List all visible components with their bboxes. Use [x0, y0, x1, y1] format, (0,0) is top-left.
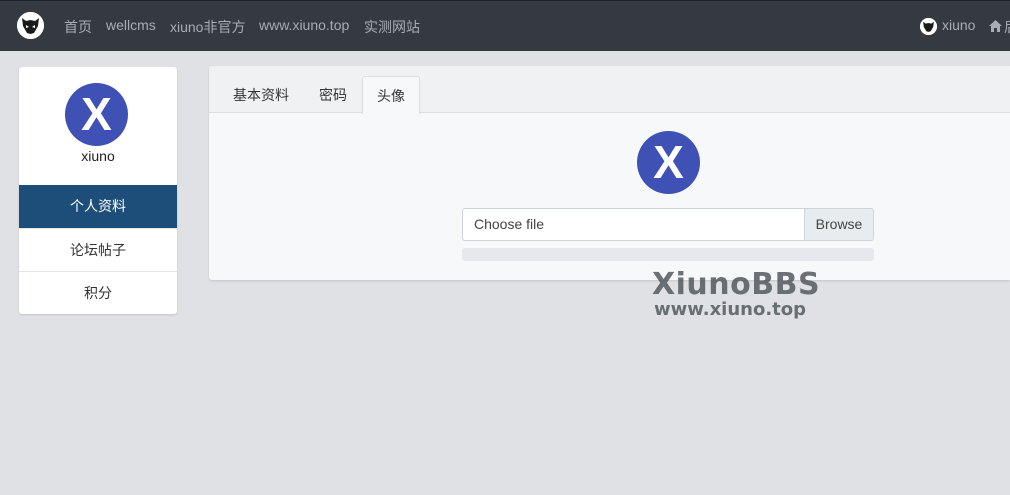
nav-link-xiuno-unofficial[interactable]: xiuno非官方	[170, 17, 245, 37]
tab-basic-info[interactable]: 基本资料	[233, 85, 289, 105]
user-name[interactable]: xiuno	[942, 17, 975, 33]
nav-link-test-site[interactable]: 实测网站	[364, 17, 420, 37]
avatar-file-input[interactable]: Choose file Browse	[462, 208, 874, 241]
tab-password[interactable]: 密码	[319, 85, 347, 105]
file-input-label: Choose file	[474, 216, 545, 232]
nav-link-home[interactable]: 首页	[64, 17, 92, 37]
tab-avatar[interactable]: 头像	[362, 76, 420, 114]
sidebar-item-points[interactable]: 积分	[19, 271, 177, 314]
watermark-subtitle: www.xiuno.top	[654, 299, 807, 320]
avatar-settings-panel: 基本资料 密码 头像 X Choose file Browse	[209, 66, 1010, 280]
settings-tabs: 基本资料 密码 头像	[209, 66, 1010, 114]
watermark-title: XiunoBBS	[652, 267, 821, 302]
home-link[interactable]: 后	[1004, 17, 1010, 37]
user-avatar-icon	[920, 18, 937, 35]
sidebar-item-forum-posts[interactable]: 论坛帖子	[19, 228, 177, 271]
site-logo-icon[interactable]	[17, 12, 44, 39]
current-avatar: X	[637, 131, 700, 194]
nav-link-xiuno-top[interactable]: www.xiuno.top	[259, 17, 349, 33]
profile-sidebar: X xiuno 个人资料 论坛帖子 积分	[19, 67, 177, 314]
sidebar-item-personal-info[interactable]: 个人资料	[19, 185, 177, 228]
home-icon[interactable]	[989, 19, 1002, 35]
upload-progress-bar	[462, 248, 874, 261]
profile-avatar: X	[65, 83, 128, 146]
nav-link-wellcms[interactable]: wellcms	[106, 17, 156, 33]
top-navbar: 首页 wellcms xiuno非官方 www.xiuno.top 实测网站 x…	[0, 0, 1010, 51]
browse-button[interactable]: Browse	[804, 209, 873, 240]
profile-username: xiuno	[81, 148, 115, 164]
